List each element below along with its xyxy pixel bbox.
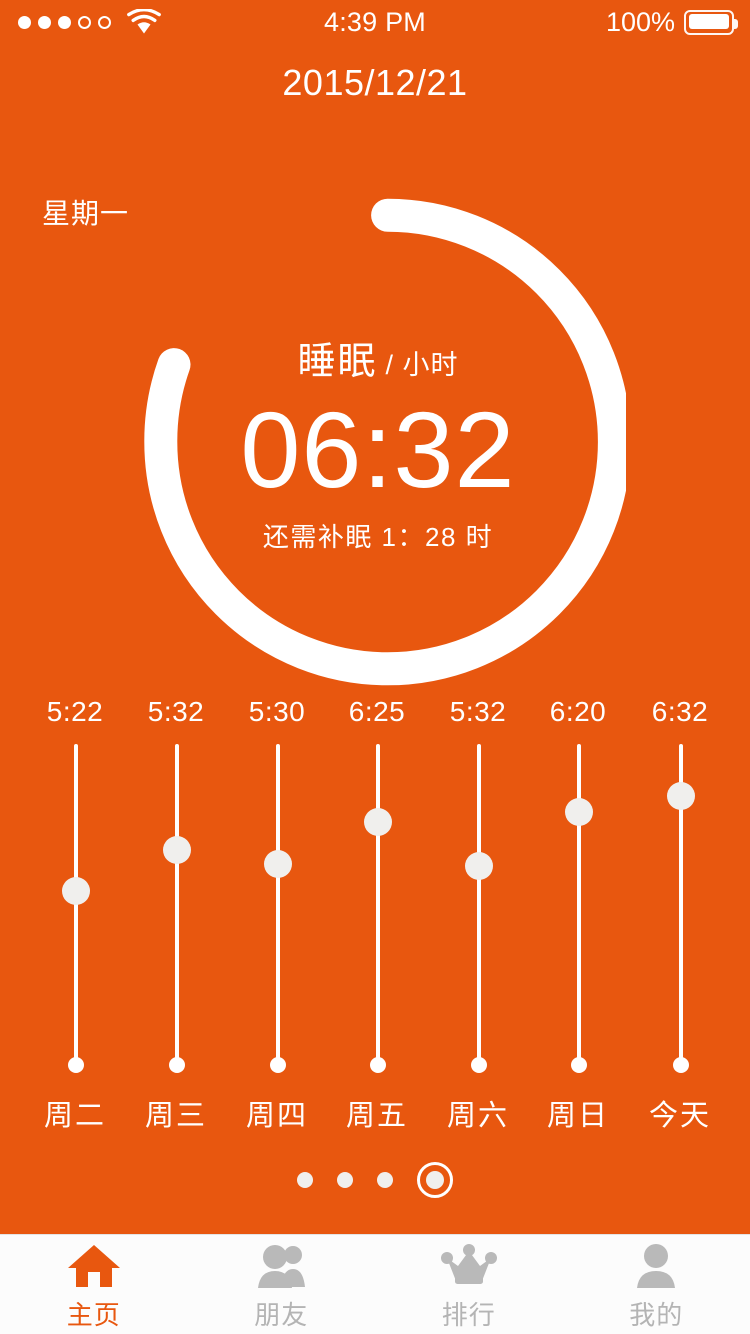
battery-full-icon xyxy=(684,10,734,35)
sleep-slider-knob[interactable] xyxy=(163,836,191,864)
sleep-slider-end-dot xyxy=(571,1057,587,1073)
sleep-slider-column[interactable]: 6:25 周五 xyxy=(322,696,432,1136)
page-dot[interactable] xyxy=(377,1172,393,1188)
page-dot-active[interactable] xyxy=(417,1162,453,1198)
tab-home-label: 主页 xyxy=(67,1295,121,1332)
sleep-slider-day-label: 今天 xyxy=(625,1092,735,1134)
sleep-slider-time-label: 5:30 xyxy=(222,696,332,728)
tab-friends-label: 朋友 xyxy=(254,1295,308,1332)
sleep-slider-end-dot xyxy=(673,1057,689,1073)
sleep-progress-ring[interactable] xyxy=(130,194,626,690)
weekly-sleep-chart: 5:22周二5:32周三5:30周四6:25周五5:32周六6:20周日6:32… xyxy=(0,696,750,1136)
sleep-slider-column[interactable]: 5:32 周六 xyxy=(423,696,533,1136)
sleep-slider-knob[interactable] xyxy=(364,808,392,836)
sleep-slider-day-label: 周四 xyxy=(222,1092,332,1134)
sleep-slider-end-dot xyxy=(370,1057,386,1073)
sleep-slider-time-label: 6:32 xyxy=(625,696,735,728)
sleep-slider-end-dot xyxy=(471,1057,487,1073)
person-icon xyxy=(628,1243,684,1289)
status-bar-right: 100% xyxy=(606,0,734,44)
tab-profile[interactable]: 我的 xyxy=(563,1235,750,1334)
tab-profile-label: 我的 xyxy=(629,1295,683,1332)
page-dot[interactable] xyxy=(297,1172,313,1188)
home-icon xyxy=(66,1243,122,1289)
crown-icon xyxy=(441,1243,497,1289)
sleep-slider-end-dot xyxy=(68,1057,84,1073)
sleep-slider-column[interactable]: 5:30 周四 xyxy=(222,696,332,1136)
tab-ranking[interactable]: 排行 xyxy=(375,1235,563,1334)
tab-home[interactable]: 主页 xyxy=(0,1235,188,1334)
tab-ranking-label: 排行 xyxy=(442,1295,496,1332)
sleep-slider-day-label: 周日 xyxy=(523,1092,633,1134)
sleep-slider-time-label: 6:20 xyxy=(523,696,633,728)
status-bar: 4:39 PM 100% xyxy=(0,0,750,44)
tab-friends[interactable]: 朋友 xyxy=(188,1235,376,1334)
weekday-label: 星期一 xyxy=(42,192,129,232)
sleep-slider-track[interactable] xyxy=(477,744,481,1064)
sleep-slider-track[interactable] xyxy=(276,744,280,1064)
sleep-slider-day-label: 周五 xyxy=(322,1092,432,1134)
sleep-slider-track[interactable] xyxy=(175,744,179,1064)
sleep-slider-day-label: 周六 xyxy=(423,1092,533,1134)
page-indicator[interactable] xyxy=(0,1160,750,1200)
sleep-slider-knob[interactable] xyxy=(565,798,593,826)
sleep-slider-track[interactable] xyxy=(376,744,380,1064)
sleep-slider-knob[interactable] xyxy=(667,782,695,810)
sleep-slider-knob[interactable] xyxy=(62,877,90,905)
sleep-slider-column[interactable]: 6:32 今天 xyxy=(625,696,735,1136)
sleep-slider-end-dot xyxy=(270,1057,286,1073)
friends-icon xyxy=(253,1243,309,1289)
sleep-slider-time-label: 5:32 xyxy=(423,696,533,728)
sleep-slider-end-dot xyxy=(169,1057,185,1073)
page-dot[interactable] xyxy=(337,1172,353,1188)
sleep-slider-column[interactable]: 5:22 周二 xyxy=(20,696,130,1136)
sleep-slider-time-label: 6:25 xyxy=(322,696,432,728)
sleep-slider-time-label: 5:22 xyxy=(20,696,130,728)
sleep-slider-day-label: 周三 xyxy=(121,1092,231,1134)
app-screen: 4:39 PM 100% 2015/12/21 星期一 睡眠 / 小时 06:3… xyxy=(0,0,750,1334)
sleep-slider-knob[interactable] xyxy=(465,852,493,880)
tab-bar: 主页 朋友 xyxy=(0,1234,750,1334)
sleep-slider-column[interactable]: 5:32 周三 xyxy=(121,696,231,1136)
sleep-slider-day-label: 周二 xyxy=(20,1092,130,1134)
sleep-slider-track[interactable] xyxy=(577,744,581,1064)
sleep-slider-column[interactable]: 6:20 周日 xyxy=(523,696,633,1136)
battery-fill xyxy=(689,14,729,29)
battery-percent-label: 100% xyxy=(606,7,675,38)
sleep-slider-knob[interactable] xyxy=(264,850,292,878)
page-title-date: 2015/12/21 xyxy=(0,62,750,104)
sleep-slider-time-label: 5:32 xyxy=(121,696,231,728)
